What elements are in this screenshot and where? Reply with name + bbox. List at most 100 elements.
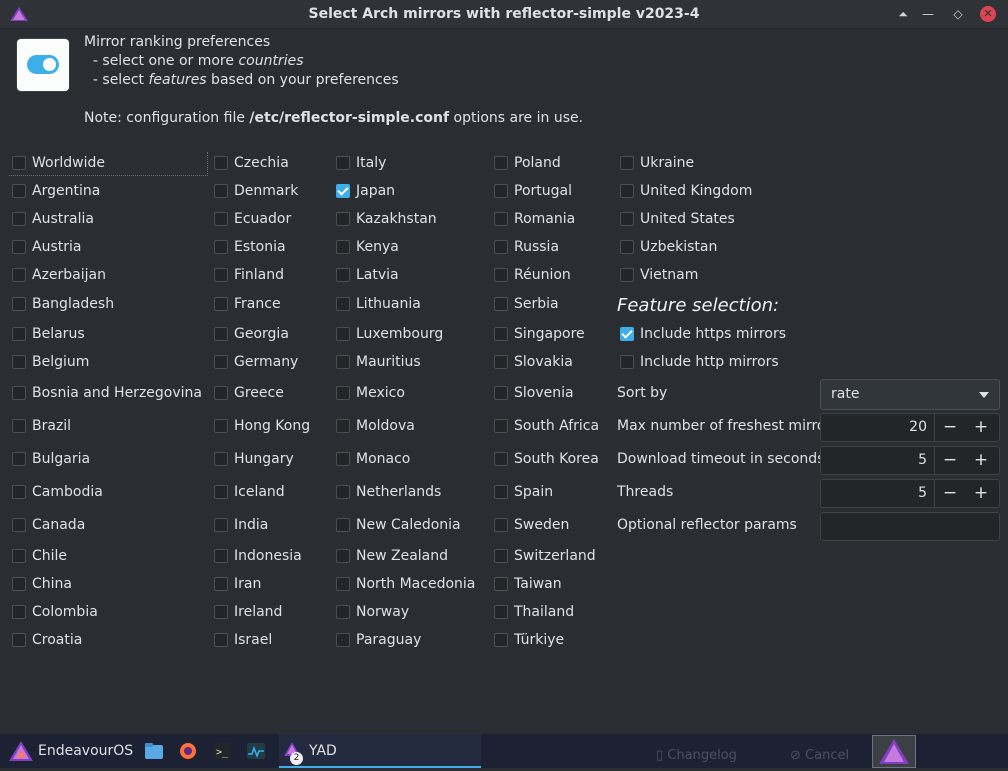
country-checkbox[interactable]: Japan [336,181,395,201]
checkbox-box[interactable] [336,605,350,619]
country-checkbox[interactable]: Bangladesh [12,294,114,314]
country-checkbox[interactable]: Chile [12,546,67,566]
window-thumbnail[interactable] [872,735,916,768]
checkbox-box[interactable] [620,184,634,198]
checkbox-box[interactable] [12,240,26,254]
country-checkbox[interactable]: Croatia [12,630,82,650]
checkbox-box[interactable] [12,297,26,311]
country-checkbox[interactable]: Greece [214,383,284,403]
file-manager-icon[interactable] [145,734,163,768]
increment-button[interactable]: + [966,447,996,474]
checkbox-box[interactable] [494,577,508,591]
country-checkbox[interactable]: Latvia [336,265,399,285]
checkbox-box[interactable] [12,268,26,282]
country-checkbox[interactable]: Finland [214,265,284,285]
checkbox-box[interactable] [336,386,350,400]
max-mirrors-value[interactable]: 20 [821,419,927,435]
country-checkbox[interactable]: New Zealand [336,546,448,566]
country-checkbox[interactable]: Austria [12,237,81,257]
keep-above-icon[interactable]: ⏶ [894,5,912,23]
decrement-button[interactable]: − [935,480,965,507]
country-checkbox[interactable]: Australia [12,209,94,229]
checkbox-box[interactable] [214,577,228,591]
checkbox-box[interactable] [214,386,228,400]
checkbox-box[interactable] [620,327,634,341]
task-yad[interactable]: 2 YAD [284,734,337,768]
checkbox-box[interactable] [12,419,26,433]
country-checkbox[interactable]: Singapore [494,324,585,344]
checkbox-box[interactable] [494,184,508,198]
increment-button[interactable]: + [966,414,996,441]
checkbox-box[interactable] [214,156,228,170]
firefox-icon[interactable] [179,734,197,768]
checkbox-box[interactable] [620,156,634,170]
country-checkbox[interactable]: United Kingdom [620,181,752,201]
country-checkbox[interactable]: Lithuania [336,294,421,314]
country-checkbox[interactable]: Switzerland [494,546,596,566]
checkbox-box[interactable] [336,156,350,170]
country-checkbox[interactable]: Ukraine [620,153,694,173]
country-checkbox[interactable]: Romania [494,209,575,229]
country-checkbox[interactable]: Poland [494,153,561,173]
checkbox-box[interactable] [12,184,26,198]
country-checkbox[interactable]: Vietnam [620,265,698,285]
country-checkbox[interactable]: Taiwan [494,574,562,594]
checkbox-box[interactable] [494,485,508,499]
checkbox-box[interactable] [12,212,26,226]
country-checkbox[interactable]: Belgium [12,352,89,372]
country-checkbox[interactable]: Luxembourg [336,324,443,344]
checkbox-box[interactable] [214,184,228,198]
checkbox-box[interactable] [494,605,508,619]
checkbox-box[interactable] [336,633,350,647]
decrement-button[interactable]: − [935,414,965,441]
reflector-params-input[interactable] [820,512,1000,541]
checkbox-box[interactable] [214,633,228,647]
country-checkbox[interactable]: Réunion [494,265,571,285]
country-checkbox[interactable]: Hungary [214,449,294,469]
country-checkbox[interactable]: South Korea [494,449,599,469]
checkbox-box[interactable] [494,212,508,226]
checkbox-box[interactable] [214,485,228,499]
checkbox-box[interactable] [494,419,508,433]
checkbox-box[interactable] [12,355,26,369]
timeout-spinbox[interactable]: 5 − + [820,446,1000,475]
checkbox-box[interactable] [336,518,350,532]
checkbox-box[interactable] [214,518,228,532]
country-checkbox[interactable]: Ireland [214,602,282,622]
country-checkbox[interactable]: China [12,574,72,594]
checkbox-box[interactable] [336,240,350,254]
country-checkbox[interactable]: Kazakhstan [336,209,437,229]
checkbox-box[interactable] [214,355,228,369]
country-checkbox[interactable]: Portugal [494,181,572,201]
country-checkbox[interactable]: Colombia [12,602,98,622]
checkbox-box[interactable] [214,240,228,254]
country-checkbox[interactable]: Indonesia [214,546,302,566]
country-checkbox[interactable]: Russia [494,237,559,257]
checkbox-box[interactable] [336,297,350,311]
country-checkbox[interactable]: Paraguay [336,630,421,650]
checkbox-box[interactable] [620,212,634,226]
country-checkbox[interactable]: Czechia [214,153,289,173]
country-checkbox[interactable]: Brazil [12,416,71,436]
checkbox-box[interactable] [214,297,228,311]
country-checkbox[interactable]: France [214,294,281,314]
country-checkbox[interactable]: Bulgaria [12,449,90,469]
country-checkbox[interactable]: Slovakia [494,352,573,372]
checkbox-box[interactable] [12,577,26,591]
max-mirrors-spinbox[interactable]: 20 − + [820,413,1000,442]
checkbox-box[interactable] [494,268,508,282]
checkbox-box[interactable] [620,355,634,369]
checkbox-box[interactable] [336,452,350,466]
https-mirrors-checkbox[interactable]: Include https mirrors [620,324,786,344]
timeout-value[interactable]: 5 [821,452,927,468]
country-checkbox[interactable]: Israel [214,630,272,650]
checkbox-box[interactable] [12,605,26,619]
country-checkbox[interactable]: New Caledonia [336,515,461,535]
checkbox-box[interactable] [12,549,26,563]
checkbox-box[interactable] [494,549,508,563]
checkbox-box[interactable] [494,156,508,170]
checkbox-box[interactable] [494,297,508,311]
start-menu-button[interactable]: EndeavourOS [9,734,133,768]
checkbox-box[interactable] [494,386,508,400]
country-checkbox[interactable]: Worldwide [12,153,105,173]
